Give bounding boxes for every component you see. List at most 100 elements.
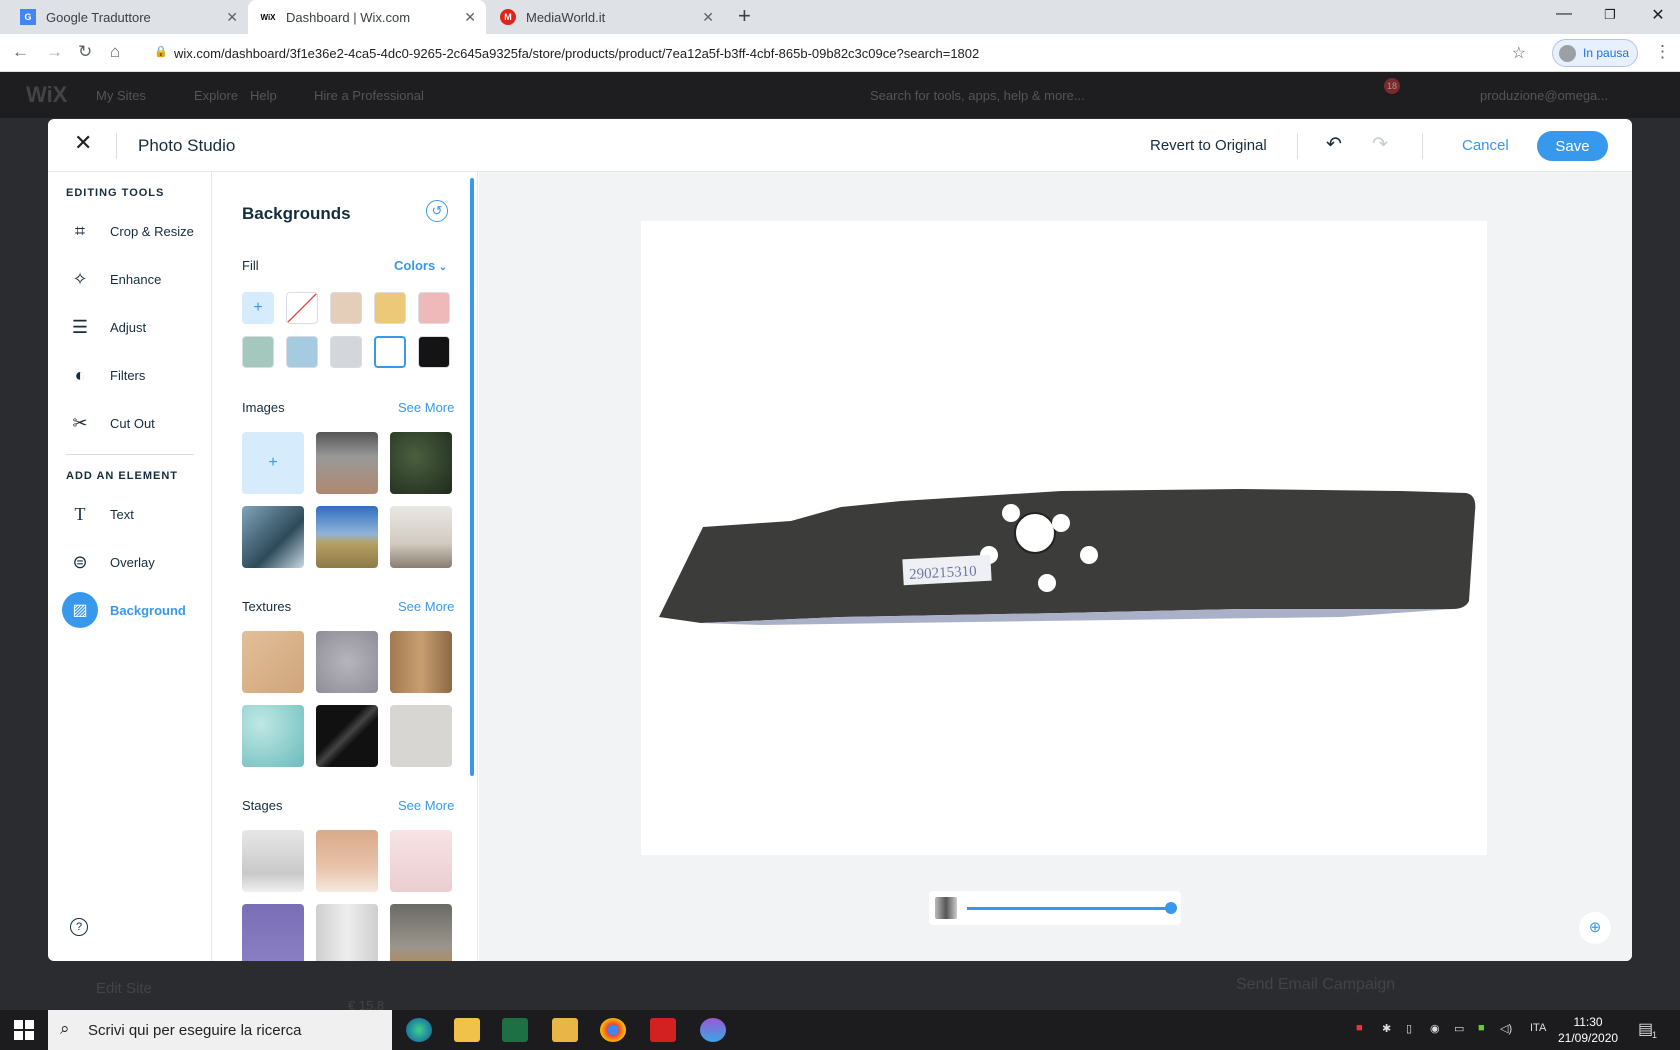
texture-thumbnail-sand[interactable] <box>242 631 304 693</box>
image-thumbnail-foliage[interactable] <box>390 432 452 494</box>
stages-see-more-link[interactable]: See More <box>398 798 454 813</box>
fill-mode-dropdown[interactable]: Colors ⌄ <box>394 258 447 273</box>
stage-thumbnail-concrete[interactable] <box>390 904 452 961</box>
windows-start-icon[interactable] <box>14 1020 34 1040</box>
stage-thumbnail-peach[interactable] <box>316 830 378 892</box>
nvidia-icon[interactable]: ■ <box>1478 1022 1485 1034</box>
texture-thumbnail-marble[interactable] <box>316 705 378 767</box>
tool-text[interactable]: T Text <box>62 496 208 532</box>
stage-thumbnail-pink[interactable] <box>390 830 452 892</box>
sync-icon[interactable]: ◉ <box>1430 1022 1440 1035</box>
tool-adjust[interactable]: ☰ Adjust <box>62 309 208 345</box>
close-tab-icon[interactable]: ✕ <box>702 9 714 26</box>
chrome-icon[interactable] <box>600 1018 626 1042</box>
tool-crop-resize[interactable]: ⌗ Crop & Resize <box>62 213 208 249</box>
usb-icon[interactable]: ▯ <box>1406 1022 1412 1035</box>
profile-button[interactable]: In pausa <box>1552 39 1638 67</box>
network-icon[interactable]: ▭ <box>1454 1022 1464 1035</box>
account-email[interactable]: produzione@omega... <box>1480 88 1608 103</box>
texture-thumbnail-water[interactable] <box>242 705 304 767</box>
wix-search-input[interactable]: Search for tools, apps, help & more... <box>870 88 1085 103</box>
nav-help[interactable]: Help <box>250 88 277 103</box>
address-bar[interactable]: 🔒 wix.com/dashboard/3f1e36e2-4ca5-4dc0-9… <box>144 39 1534 67</box>
tool-cut-out[interactable]: ✂ Cut Out <box>62 405 208 441</box>
notification-center-icon[interactable]: ▤ <box>1638 1019 1653 1039</box>
tool-background[interactable]: ▨ Background <box>62 592 208 628</box>
taskbar-search-input[interactable]: ⌕ Scrivi qui per eseguire la ricerca <box>48 1010 392 1050</box>
stage-thumbnail-gray[interactable] <box>242 830 304 892</box>
drop-app-icon[interactable] <box>700 1018 726 1042</box>
bookmark-star-icon[interactable]: ☆ <box>1512 43 1526 63</box>
texture-thumbnail-wood[interactable] <box>390 631 452 693</box>
zoom-in-icon[interactable]: ⊕ <box>1579 912 1611 944</box>
help-icon[interactable]: ? <box>70 918 88 936</box>
revert-to-original-button[interactable]: Revert to Original <box>1150 137 1267 154</box>
taskbar-clock[interactable]: 11:30 21/09/2020 <box>1558 1014 1618 1046</box>
cancel-button[interactable]: Cancel <box>1462 137 1509 154</box>
no-fill-swatch[interactable] <box>286 292 318 324</box>
color-swatch[interactable] <box>330 292 362 324</box>
images-see-more-link[interactable]: See More <box>398 400 454 415</box>
zoom-slider[interactable] <box>929 891 1181 925</box>
image-thumbnail-room[interactable] <box>390 506 452 568</box>
tool-enhance[interactable]: ✧ Enhance <box>62 261 208 297</box>
color-swatch[interactable] <box>418 292 450 324</box>
language-indicator[interactable]: ITA <box>1530 1022 1546 1034</box>
new-tab-icon[interactable]: + <box>738 3 751 29</box>
upload-image-button[interactable]: + <box>242 432 304 494</box>
menu-dots-icon[interactable]: ⋮ <box>1654 42 1671 62</box>
stages-label: Stages <box>242 798 283 813</box>
tab-google-translate[interactable]: G Google Traduttore ✕ <box>8 0 248 34</box>
color-swatch-selected[interactable] <box>374 336 406 368</box>
image-stage[interactable]: 290215310 <box>641 221 1487 855</box>
forward-arrow-icon[interactable]: → <box>46 42 63 62</box>
nav-hire[interactable]: Hire a Professional <box>314 88 424 103</box>
volume-icon[interactable]: ◁) <box>1500 1022 1512 1035</box>
minimize-icon[interactable]: — <box>1554 5 1574 23</box>
nav-explore[interactable]: Explore <box>194 88 238 103</box>
security-icon[interactable]: ■ <box>1356 1022 1363 1034</box>
stage-thumbnail-white[interactable] <box>316 904 378 961</box>
tab-mediaworld[interactable]: M MediaWorld.it ✕ <box>488 0 724 34</box>
zoom-track[interactable] <box>967 907 1173 910</box>
nav-my-sites[interactable]: My Sites <box>96 88 146 103</box>
panel-scrollbar[interactable] <box>470 178 474 776</box>
texture-thumbnail-stone[interactable] <box>316 631 378 693</box>
image-thumbnail-field[interactable] <box>316 506 378 568</box>
restore-icon[interactable]: ❐ <box>1600 7 1620 23</box>
close-window-icon[interactable]: ✕ <box>1648 5 1668 25</box>
add-color-swatch[interactable]: + <box>242 292 274 324</box>
home-icon[interactable]: ⌂ <box>110 42 120 62</box>
overlay-icon: ⊜ <box>72 551 88 572</box>
back-arrow-icon[interactable]: ← <box>12 42 29 62</box>
close-tab-icon[interactable]: ✕ <box>226 9 238 26</box>
tray-app-icon[interactable]: ✱ <box>1382 1022 1391 1035</box>
images-label: Images <box>242 400 285 415</box>
acrobat-icon[interactable] <box>650 1018 676 1042</box>
image-thumbnail-office[interactable] <box>316 432 378 494</box>
reload-icon[interactable]: ↻ <box>78 42 92 62</box>
color-swatch[interactable] <box>330 336 362 368</box>
tool-filters[interactable]: ◐ Filters <box>62 357 208 393</box>
color-swatch[interactable] <box>418 336 450 368</box>
reset-icon[interactable]: ↺ <box>426 200 448 222</box>
tab-wix-dashboard[interactable]: WiX Dashboard | Wix.com ✕ <box>248 0 486 34</box>
texture-thumbnail-fabric[interactable] <box>390 705 452 767</box>
close-icon[interactable]: ✕ <box>74 130 92 156</box>
folder-icon[interactable] <box>552 1018 578 1042</box>
close-tab-icon[interactable]: ✕ <box>464 9 476 26</box>
undo-icon[interactable]: ↶ <box>1326 133 1342 156</box>
tool-overlay[interactable]: ⊜ Overlay <box>62 544 208 580</box>
redo-icon[interactable]: ↷ <box>1372 133 1388 156</box>
textures-see-more-link[interactable]: See More <box>398 599 454 614</box>
color-swatch[interactable] <box>374 292 406 324</box>
excel-icon[interactable] <box>502 1018 528 1042</box>
edge-icon[interactable] <box>406 1018 432 1042</box>
save-button[interactable]: Save <box>1537 131 1608 161</box>
color-swatch[interactable] <box>242 336 274 368</box>
stage-thumbnail-purple[interactable] <box>242 904 304 961</box>
image-thumbnail-building[interactable] <box>242 506 304 568</box>
file-explorer-icon[interactable] <box>454 1018 480 1042</box>
zoom-handle[interactable] <box>1165 902 1177 914</box>
color-swatch[interactable] <box>286 336 318 368</box>
